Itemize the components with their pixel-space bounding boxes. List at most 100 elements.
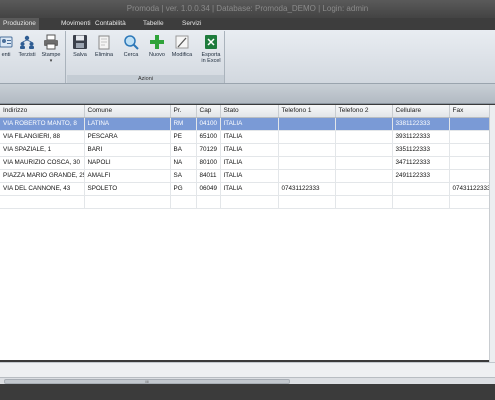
save-icon: [72, 34, 88, 50]
cell-telefono-2[interactable]: [335, 169, 393, 183]
cell-cellulare[interactable]: 3381122333: [392, 117, 450, 131]
cell-cap[interactable]: 06049: [196, 182, 221, 196]
cell-cap[interactable]: 84011: [196, 169, 221, 183]
table-row[interactable]: VIA MAURIZIO COSCA, 30 NAPOLI NA 80100 ITALI…: [0, 156, 495, 170]
cell-cellulare[interactable]: 3351122333: [392, 143, 450, 157]
table-row[interactable]: VIA ROBERTO MANTO, 8 LATINA RM 04100 ITALIA 3…: [0, 117, 495, 131]
cell-telefono-2[interactable]: [335, 130, 393, 144]
data-grid: Indirizzo Comune Pr. Cap Stato Telefono …: [0, 105, 495, 360]
nuovo-label: Nuovo: [149, 52, 165, 58]
excel-icon: [203, 34, 219, 50]
cell-indirizzo[interactable]: VIA MAURIZIO COSCA, 30: [0, 156, 85, 170]
menu-movimenti[interactable]: Movimenti: [61, 18, 91, 30]
cell-stato[interactable]: ITALIA: [220, 156, 279, 170]
cell-indirizzo[interactable]: PIAZZA MARIO GRANDE, 25: [0, 169, 85, 183]
cell-stato[interactable]: ITALIA: [220, 117, 279, 131]
cell-stato[interactable]: ITALIA: [220, 169, 279, 183]
cell-cellulare[interactable]: [392, 195, 450, 209]
table-row[interactable]: VIA SPAZIALE, 1 BARI BA 70129 ITALIA 33511223…: [0, 143, 495, 157]
modifica-label: Modifica: [171, 52, 193, 58]
cell-telefono-1[interactable]: 07431122333: [278, 182, 336, 196]
cell-telefono-1[interactable]: [278, 117, 336, 131]
cell-cap[interactable]: 04100: [196, 117, 221, 131]
window-title: Promoda | ver. 1.0.0.34 | Database: Prom…: [0, 0, 495, 18]
cell-stato[interactable]: ITALIA: [220, 130, 279, 144]
cell-comune[interactable]: [84, 195, 171, 209]
cell-provincia[interactable]: BA: [170, 143, 197, 157]
cell-cellulare[interactable]: 3931122333: [392, 130, 450, 144]
cell-cap[interactable]: [196, 195, 221, 209]
cell-telefono-2[interactable]: [335, 182, 393, 196]
cell-telefono-1[interactable]: [278, 169, 336, 183]
cell-cap[interactable]: 70129: [196, 143, 221, 157]
cell-cellulare[interactable]: [392, 182, 450, 196]
cell-telefono-1[interactable]: [278, 195, 336, 209]
cell-indirizzo[interactable]: VIA SPAZIALE, 1: [0, 143, 85, 157]
cell-cellulare[interactable]: 2491122333: [392, 169, 450, 183]
delete-icon: [96, 34, 112, 50]
cell-cellulare[interactable]: 3471122333: [392, 156, 450, 170]
nuovo-button[interactable]: Nuovo: [146, 34, 168, 58]
table-row[interactable]: [0, 195, 495, 209]
col-stato[interactable]: Stato: [220, 105, 279, 118]
cell-provincia[interactable]: [170, 195, 197, 209]
cell-telefono-2[interactable]: [335, 143, 393, 157]
cell-telefono-1[interactable]: [278, 130, 336, 144]
cell-provincia[interactable]: RM: [170, 117, 197, 131]
salva-button[interactable]: Salva: [70, 34, 90, 58]
col-indirizzo[interactable]: Indirizzo: [0, 105, 85, 118]
stampe-dropdown-arrow[interactable]: ▾: [39, 58, 63, 64]
elimina-button[interactable]: Elimina: [92, 34, 116, 58]
table-row[interactable]: VIA DEL CANNONE, 43 SPOLETO PG 06049 ITALIA 0…: [0, 182, 495, 196]
cell-telefono-2[interactable]: [335, 117, 393, 131]
esporta-excel-button[interactable]: Esporta in Excel: [198, 34, 224, 64]
cell-telefono-1[interactable]: [278, 143, 336, 157]
menu-servizi[interactable]: Servizi: [182, 18, 202, 30]
col-telefono-1[interactable]: Telefono 1: [278, 105, 336, 118]
cell-stato[interactable]: ITALIA: [220, 143, 279, 157]
azioni-group-label: Azioni: [67, 75, 224, 83]
cell-cap[interactable]: 80100: [196, 156, 221, 170]
cell-provincia[interactable]: NA: [170, 156, 197, 170]
cell-comune[interactable]: LATINA: [84, 117, 171, 131]
table-row[interactable]: PIAZZA MARIO GRANDE, 25 AMALFI SA 84011 ITAL…: [0, 169, 495, 183]
terzisti-button[interactable]: Terzisti: [16, 34, 38, 58]
cell-comune[interactable]: NAPOLI: [84, 156, 171, 170]
cell-comune[interactable]: BARI: [84, 143, 171, 157]
cerca-button[interactable]: Cerca: [120, 34, 142, 58]
modifica-button[interactable]: Modifica: [169, 34, 195, 58]
menu-contabilita[interactable]: Contabilità: [95, 18, 126, 30]
cell-indirizzo[interactable]: VIA DEL CANNONE, 43: [0, 182, 85, 196]
col-cellulare[interactable]: Cellulare: [392, 105, 450, 118]
cell-indirizzo[interactable]: [0, 195, 85, 209]
col-provincia[interactable]: Pr.: [170, 105, 197, 118]
cell-provincia[interactable]: PG: [170, 182, 197, 196]
elimina-label: Elimina: [94, 52, 114, 58]
cell-indirizzo[interactable]: VIA FILANGIERI, 88: [0, 130, 85, 144]
clienti-label: enti: [1, 52, 11, 58]
menu-produzione[interactable]: Produzione: [0, 18, 39, 30]
edit-icon: [174, 34, 190, 50]
cell-cap[interactable]: 65100: [196, 130, 221, 144]
cell-comune[interactable]: SPOLETO: [84, 182, 171, 196]
menu-tabelle[interactable]: Tabelle: [143, 18, 164, 30]
col-telefono-2[interactable]: Telefono 2: [335, 105, 393, 118]
table-row[interactable]: VIA FILANGIERI, 88 PESCARA PE 65100 ITALIA 39…: [0, 130, 495, 144]
cell-comune[interactable]: AMALFI: [84, 169, 171, 183]
stampe-button[interactable]: Stampe ▾: [39, 34, 63, 64]
cell-stato[interactable]: ITALIA: [220, 182, 279, 196]
cell-comune[interactable]: PESCARA: [84, 130, 171, 144]
horizontal-scrollbar[interactable]: III: [0, 377, 495, 384]
vertical-scrollbar[interactable]: [489, 105, 495, 377]
cell-telefono-1[interactable]: [278, 156, 336, 170]
cell-telefono-2[interactable]: [335, 195, 393, 209]
col-comune[interactable]: Comune: [84, 105, 171, 118]
cell-indirizzo[interactable]: VIA ROBERTO MANTO, 8: [0, 117, 85, 131]
cell-provincia[interactable]: SA: [170, 169, 197, 183]
cell-provincia[interactable]: PE: [170, 130, 197, 144]
clients-table: Indirizzo Comune Pr. Cap Stato Telefono …: [0, 105, 495, 209]
clienti-button[interactable]: enti: [0, 34, 14, 58]
cell-stato[interactable]: [220, 195, 279, 209]
col-cap[interactable]: Cap: [196, 105, 221, 118]
cell-telefono-2[interactable]: [335, 156, 393, 170]
